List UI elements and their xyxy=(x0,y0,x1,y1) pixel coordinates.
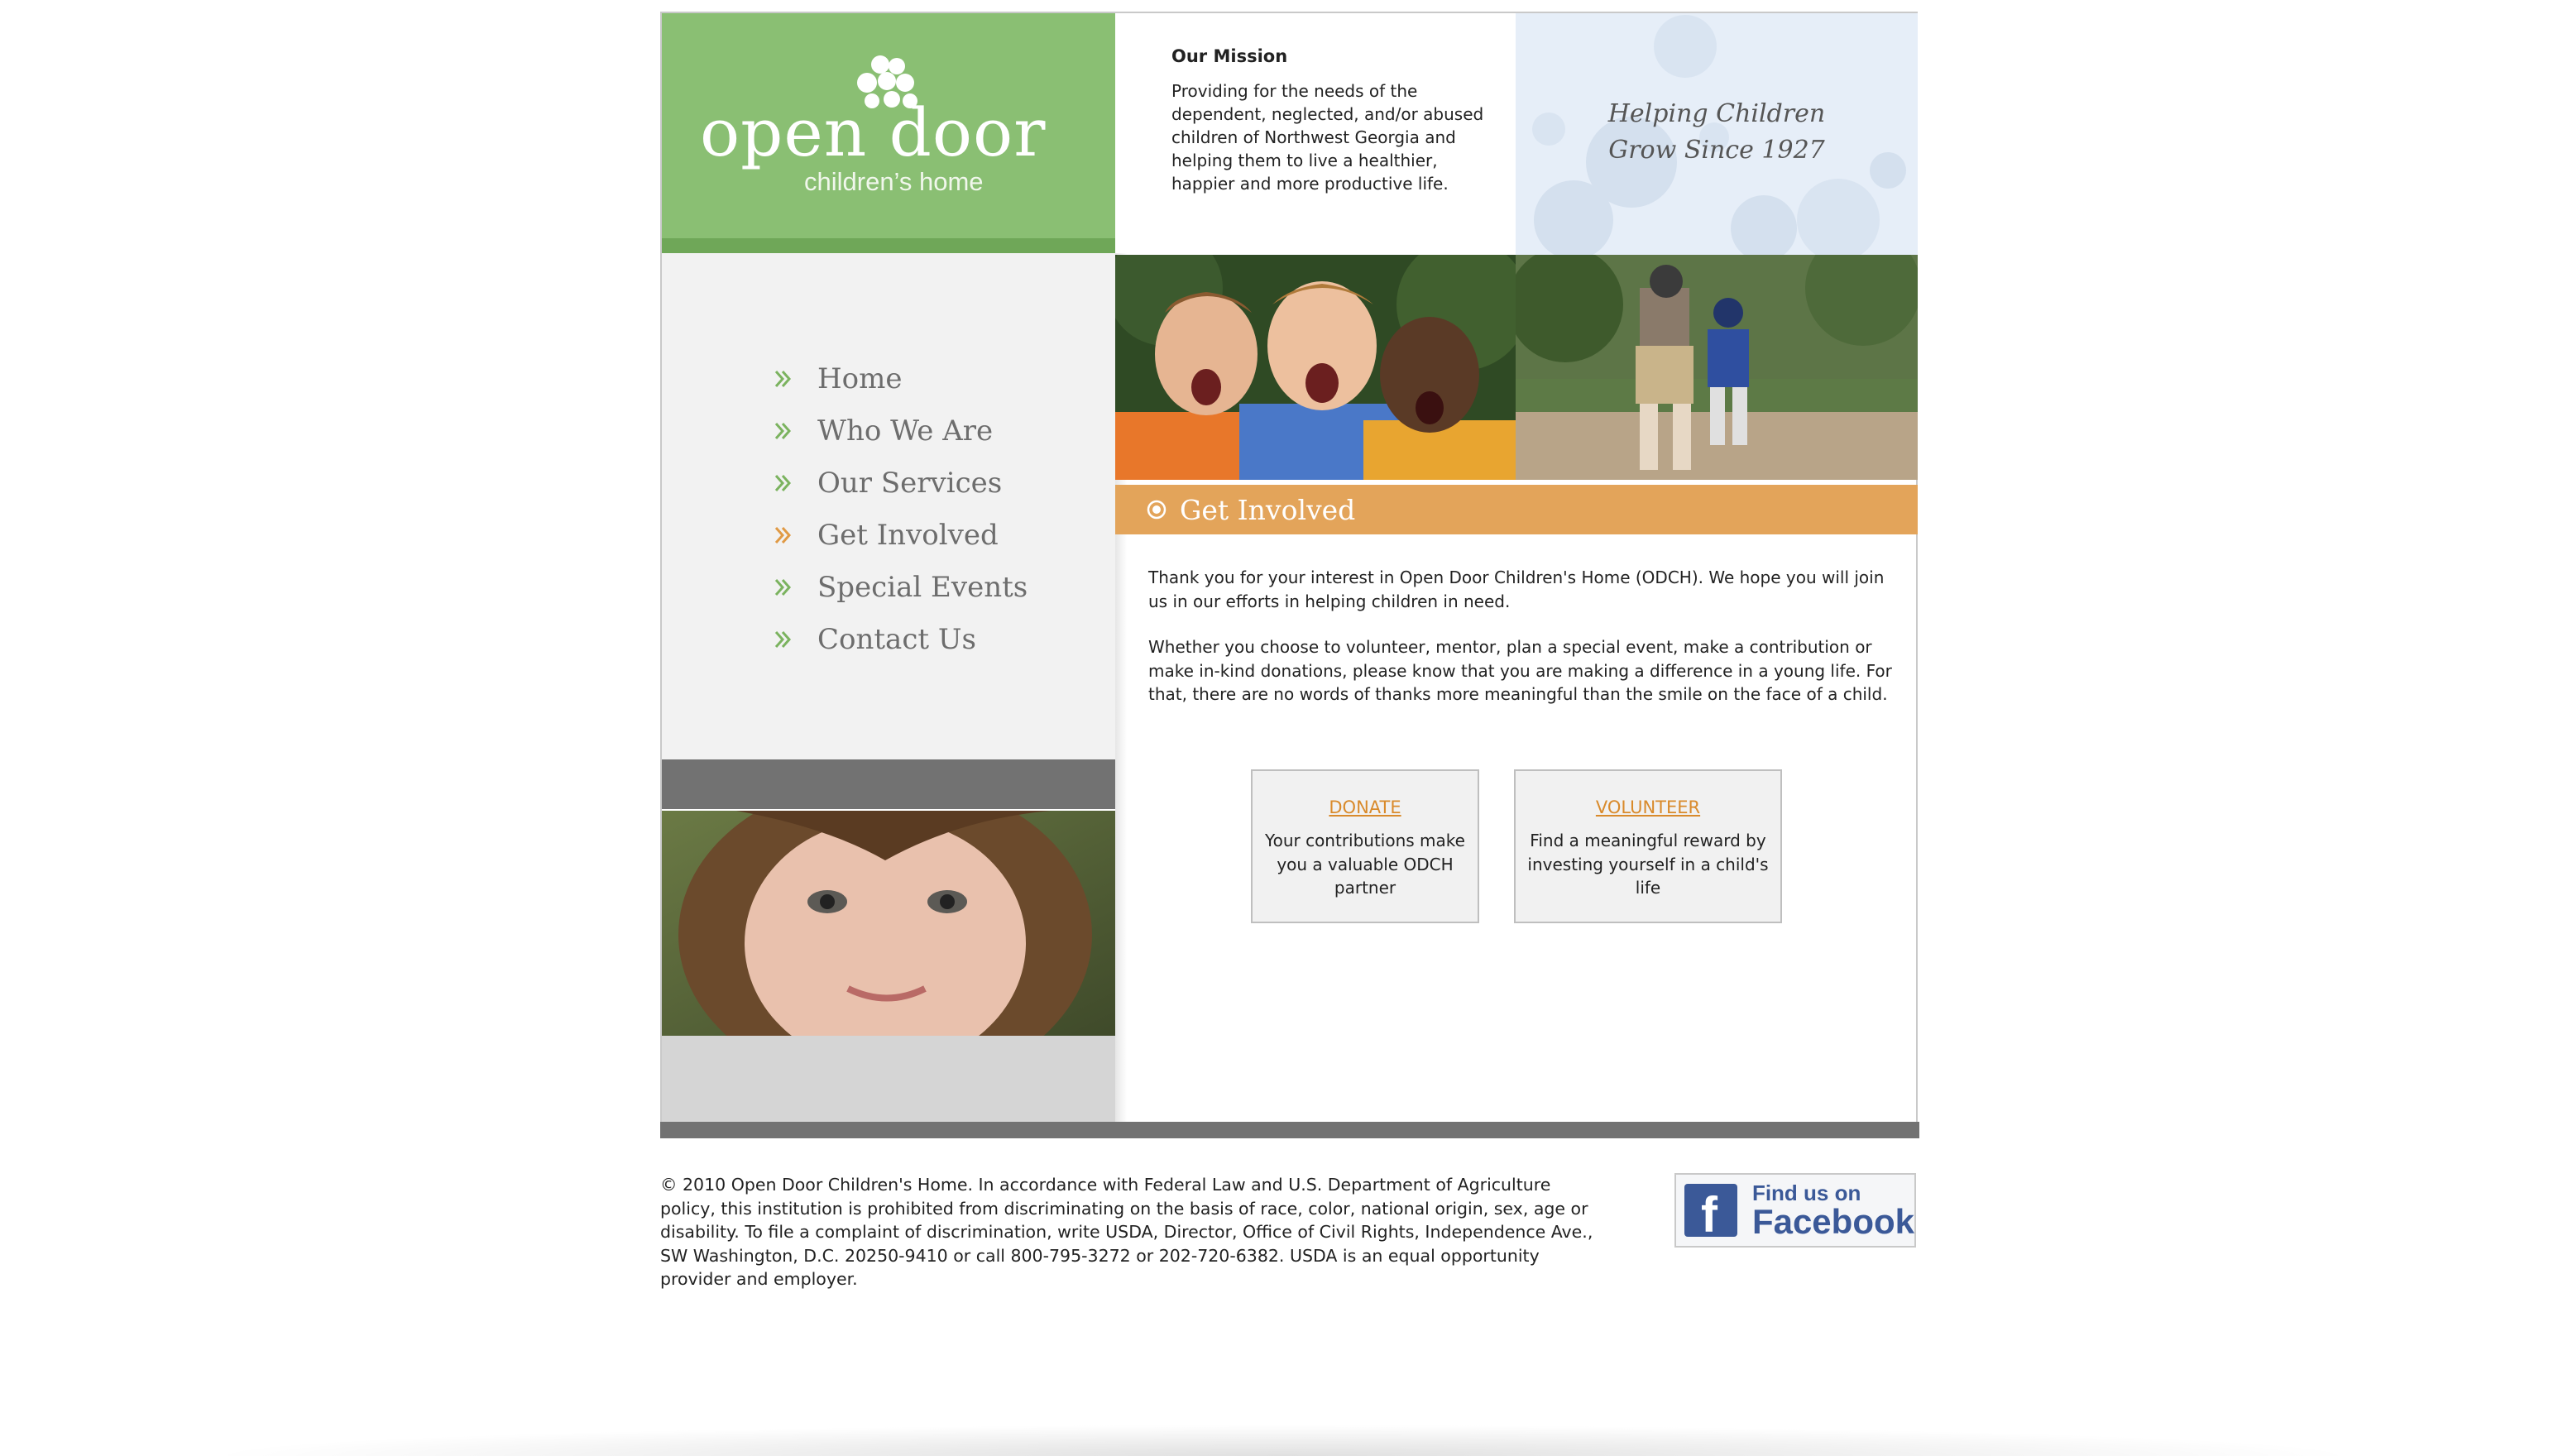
facebook-line1: Find us on xyxy=(1751,1181,1861,1205)
mission-section: Our Mission Providing for the needs of t… xyxy=(1171,46,1486,195)
double-chevron-icon xyxy=(774,422,792,439)
nav-label: Special Events xyxy=(817,570,1028,604)
tagline-line1: Helping Children xyxy=(1607,99,1826,128)
logo[interactable]: open door children’s home xyxy=(662,13,1115,238)
double-chevron-icon xyxy=(774,474,792,491)
double-chevron-icon xyxy=(774,526,792,544)
girl-photo xyxy=(662,811,1115,1036)
sidebar-footer-panel xyxy=(662,1036,1115,1123)
nav-label: Get Involved xyxy=(817,518,999,552)
nav-label: Home xyxy=(817,362,903,395)
double-chevron-icon xyxy=(774,370,792,387)
double-chevron-icon xyxy=(774,630,792,648)
radio-bullet-icon xyxy=(1147,500,1167,520)
baseball-photo xyxy=(1516,255,1918,480)
nav-label: Our Services xyxy=(817,466,1003,500)
tagline: Helping Children Grow Since 1927 xyxy=(1516,96,1918,169)
section-title: Get Involved xyxy=(1180,493,1356,526)
facebook-line2: Facebook xyxy=(1751,1202,1914,1241)
volunteer-link[interactable]: VOLUNTEER xyxy=(1516,797,1780,817)
nav-item-who-we-are[interactable]: Who We Are xyxy=(774,405,1028,457)
logo-subtitle: children’s home xyxy=(804,167,984,196)
donate-link[interactable]: DONATE xyxy=(1253,797,1478,817)
page-container: open door children’s home Home Who We Ar… xyxy=(660,12,1918,1123)
section-header: Get Involved xyxy=(1115,485,1918,534)
nav-item-special-events[interactable]: Special Events xyxy=(774,561,1028,613)
section-paragraph-1: Thank you for your interest in Open Door… xyxy=(1148,568,1885,611)
tagline-panel: Helping Children Grow Since 1927 xyxy=(1516,13,1918,255)
sidebar-divider-bar xyxy=(662,759,1115,809)
nav-list: Home Who We Are Our Services Get Involve… xyxy=(774,352,1028,665)
donate-description: Your contributions make you a valuable O… xyxy=(1265,831,1465,898)
nav-item-home[interactable]: Home xyxy=(774,352,1028,405)
sidebar-nav: Home Who We Are Our Services Get Involve… xyxy=(662,253,1115,759)
mission-heading: Our Mission xyxy=(1171,46,1288,66)
nav-label: Who We Are xyxy=(817,414,994,448)
volunteer-description: Find a meaningful reward by investing yo… xyxy=(1527,831,1769,898)
double-chevron-icon xyxy=(774,578,792,596)
kids-photo xyxy=(1115,255,1516,480)
mission-text: Providing for the needs of the dependent… xyxy=(1171,81,1484,194)
section-body: Thank you for your interest in Open Door… xyxy=(1148,566,1893,729)
volunteer-card[interactable]: VOLUNTEER Find a meaningful reward by in… xyxy=(1514,769,1782,923)
nav-item-contact-us[interactable]: Contact Us xyxy=(774,613,1028,665)
tagline-line2: Grow Since 1927 xyxy=(1608,136,1825,165)
page-bottom-shadow xyxy=(199,1425,2366,1456)
facebook-icon: f xyxy=(1684,1184,1737,1242)
footer-text: © 2010 Open Door Children's Home. In acc… xyxy=(660,1175,1593,1289)
nav-item-get-involved[interactable]: Get Involved xyxy=(774,509,1028,561)
logo-name: open door xyxy=(700,94,1047,171)
nav-label: Contact Us xyxy=(817,622,976,656)
facebook-button[interactable]: f Find us on Facebook xyxy=(1674,1173,1916,1248)
section-paragraph-2: Whether you choose to volunteer, mentor,… xyxy=(1148,637,1892,704)
donate-card[interactable]: DONATE Your contributions make you a val… xyxy=(1251,769,1479,923)
content-bottom-bar xyxy=(660,1122,1919,1138)
nav-item-our-services[interactable]: Our Services xyxy=(774,457,1028,509)
facebook-label: Find us on Facebook xyxy=(1752,1181,1914,1239)
logo-band xyxy=(662,238,1115,253)
